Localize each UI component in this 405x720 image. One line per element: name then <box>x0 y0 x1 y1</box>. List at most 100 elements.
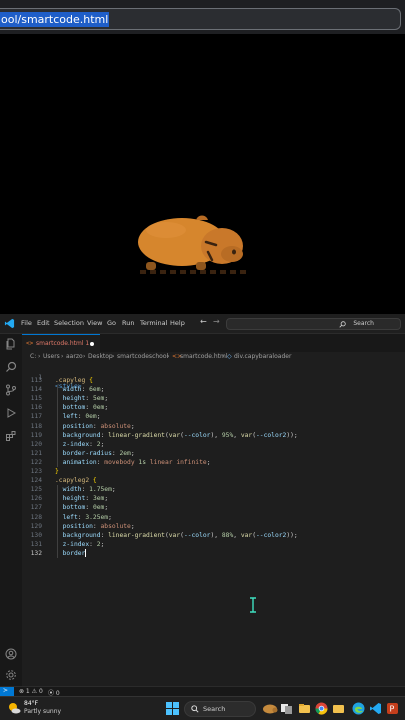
activity-bar <box>0 334 22 686</box>
vscode-titlebar: File Edit Selection View Go Run Terminal… <box>0 314 405 334</box>
search-icon <box>191 705 199 713</box>
editor-tab-bar: <> smartcode.html 1 <box>22 334 405 352</box>
code-line: 1 <style> <box>22 364 405 390</box>
breadcrumb-item[interactable]: smartcodeschool <box>117 353 168 360</box>
line-number: 126 <box>30 495 42 503</box>
browser-toolbar: ool/smartcode.html <box>0 0 405 34</box>
code-text: height: 5em; <box>55 395 109 403</box>
chrome-icon[interactable] <box>315 702 328 715</box>
menu-edit[interactable]: Edit <box>37 319 50 327</box>
line-number: 116 <box>30 404 42 412</box>
menu-run[interactable]: Run <box>122 319 134 327</box>
vscode-window: File Edit Selection View Go Run Terminal… <box>0 314 405 697</box>
unsaved-dot-icon[interactable] <box>90 342 94 346</box>
breadcrumb-item[interactable]: smartcode.html <box>180 353 228 360</box>
edge-icon[interactable] <box>352 702 365 715</box>
code-text: bottom: 0em; <box>55 404 109 412</box>
menu-file[interactable]: File <box>21 319 32 327</box>
tab-smartcode-html[interactable]: <> smartcode.html 1 <box>22 334 100 352</box>
command-center[interactable]: Search <box>226 318 401 330</box>
run-debug-icon[interactable] <box>5 407 17 419</box>
back-arrow-icon[interactable]: ← <box>200 317 207 326</box>
capybara-loader-illustration <box>138 215 246 274</box>
vscode-logo-icon <box>4 318 15 329</box>
code-line: 118 position: absolute; <box>22 422 405 431</box>
vscode-taskbar-icon[interactable] <box>369 702 382 715</box>
code-line: 123} <box>22 467 405 476</box>
line-number: 118 <box>30 422 42 430</box>
taskbar-search[interactable]: Search <box>184 701 256 717</box>
windows-start-icon[interactable] <box>166 702 179 715</box>
line-number: 130 <box>30 531 42 539</box>
powerpoint-icon[interactable]: P <box>386 702 399 715</box>
code-text: position: absolute; <box>55 422 135 430</box>
code-text: width: 1.75em; <box>55 486 116 494</box>
line-number: 115 <box>30 395 42 403</box>
indent-guide <box>57 485 58 558</box>
svg-text:P: P <box>390 705 395 714</box>
address-bar-url[interactable]: ool/smartcode.html <box>0 12 110 27</box>
source-control-icon[interactable] <box>5 384 17 396</box>
page-preview <box>0 34 405 314</box>
weather-sun-icon[interactable] <box>7 701 21 715</box>
line-number: 120 <box>30 440 42 448</box>
forward-arrow-icon[interactable]: → <box>213 317 220 326</box>
breadcrumb-item[interactable]: div.capybaraloader <box>234 353 291 360</box>
breadcrumb-item[interactable]: Desktop <box>88 353 113 360</box>
code-line: 129 position: absolute; <box>22 522 405 531</box>
capybara-widget-icon[interactable] <box>262 702 278 715</box>
menu-view[interactable]: View <box>87 319 102 327</box>
code-text: animation: movebody 1s linear infinite; <box>55 458 211 466</box>
code-editor[interactable]: 1 <style> 113 .capyleg {114 width: 6em; 11… <box>22 362 405 686</box>
code-text: position: absolute; <box>55 522 135 530</box>
code-line: 121 border-radius: 2em; <box>22 449 405 458</box>
search-icon <box>339 321 346 328</box>
taskbar-search-label: Search <box>203 705 226 713</box>
weather-temperature[interactable]: 84°F <box>24 700 38 707</box>
search-panel-icon[interactable] <box>5 361 17 373</box>
line-number: 127 <box>30 504 42 512</box>
file-explorer-icon[interactable] <box>298 702 311 715</box>
account-icon[interactable] <box>5 648 17 660</box>
line-number: 121 <box>30 449 42 457</box>
text-caret <box>85 548 87 557</box>
line-number: 122 <box>30 458 42 466</box>
menu-terminal[interactable]: Terminal <box>140 319 167 327</box>
code-line: 120 z-index: 2; <box>22 440 405 449</box>
weather-description[interactable]: Partly sunny <box>24 708 61 715</box>
code-text: bottom: 0em; <box>55 504 109 512</box>
line-number: 128 <box>30 513 42 521</box>
explorer-icon[interactable] <box>5 338 17 350</box>
code-line: 132 border <box>22 548 405 558</box>
line-number: 125 <box>30 486 42 494</box>
line-number: 124 <box>30 477 42 485</box>
settings-gear-icon[interactable] <box>5 669 17 681</box>
code-line: 114 width: 6em; <box>22 385 405 394</box>
code-line: 126 height: 3em; <box>22 494 405 503</box>
extensions-icon[interactable] <box>5 430 17 442</box>
code-line: 128 left: 3.25em; <box>22 513 405 522</box>
code-text: background: linear-gradient(var(--color)… <box>55 431 298 439</box>
menu-go[interactable]: Go <box>107 319 116 327</box>
windows-taskbar: 84°F Partly sunny Search P <box>0 696 405 720</box>
code-line: 119 background: linear-gradient(var(--co… <box>22 431 405 440</box>
breadcrumb: C: › Users › aarzo › Desktop › smartcode… <box>30 353 292 360</box>
line-number: 113 <box>30 377 42 384</box>
menu-selection[interactable]: Selection <box>54 319 84 327</box>
address-bar[interactable]: ool/smartcode.html <box>0 8 401 30</box>
remote-icon: ≻ <box>3 687 9 694</box>
code-text: } <box>55 468 59 475</box>
tab-label: smartcode.html 1 <box>36 340 90 347</box>
breadcrumb-item[interactable]: C: <box>30 353 36 360</box>
code-line: 117 left: 0em; <box>22 412 405 421</box>
breadcrumb-item[interactable]: aarzo <box>66 353 83 360</box>
code-line: 125 width: 1.75em; <box>22 485 405 494</box>
folder-icon[interactable] <box>332 702 345 715</box>
code-text: border <box>55 548 87 557</box>
problems-count[interactable]: ⊗ 1 ⚠ 0 <box>19 688 43 695</box>
task-view-icon[interactable] <box>280 702 293 715</box>
breadcrumb-item[interactable]: Users <box>43 353 60 360</box>
code-line: 122 animation: movebody 1s linear infini… <box>22 458 405 467</box>
code-text: width: 6em; <box>55 386 105 394</box>
menu-help[interactable]: Help <box>170 319 185 327</box>
